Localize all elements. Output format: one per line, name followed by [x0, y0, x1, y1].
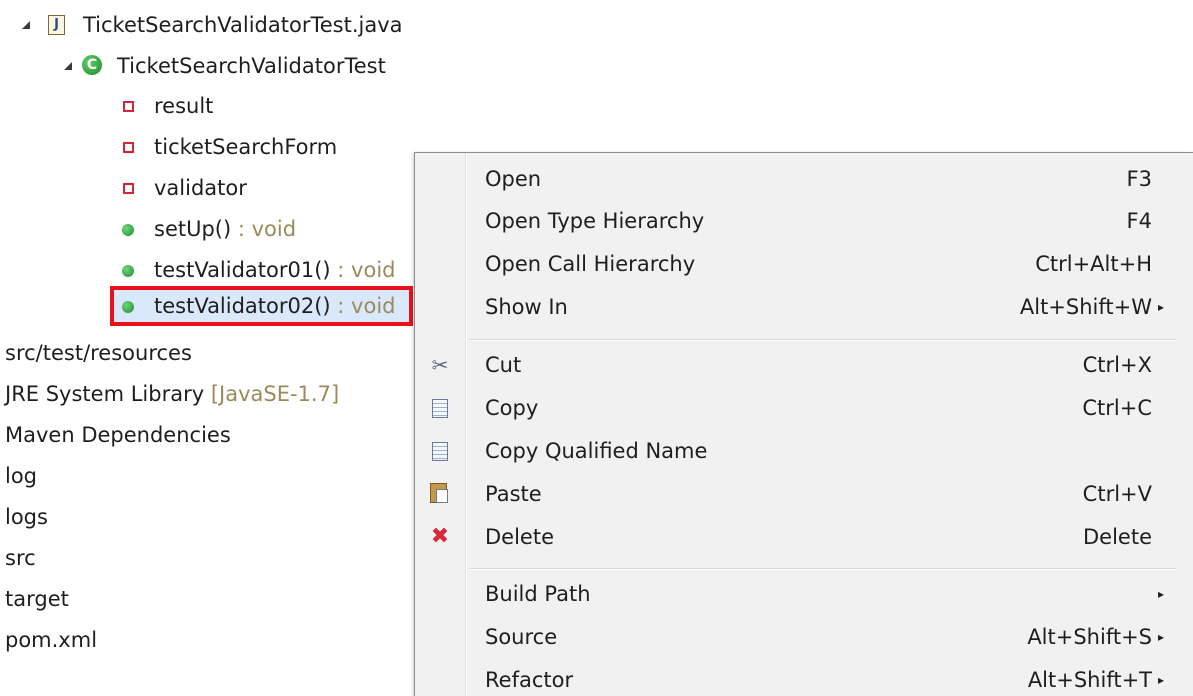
delete-x-icon: ✖ — [430, 524, 450, 549]
tree-item-folder[interactable]: logs — [5, 497, 410, 537]
library-decoration: [JavaSE-1.7] — [204, 382, 340, 406]
menu-item-delete[interactable]: ✖ Delete Delete — [415, 516, 1193, 558]
submenu-arrow-icon: ▸ — [1157, 630, 1164, 644]
public-method-icon — [122, 301, 134, 313]
field-label: result — [154, 94, 214, 118]
submenu-arrow-icon: ▸ — [1157, 673, 1164, 687]
tree-item-folder[interactable]: target — [5, 579, 410, 619]
menu-item-source[interactable]: Source Alt+Shift+S ▸ — [415, 616, 1193, 658]
menu-item-shortcut: Alt+Shift+S — [1027, 625, 1152, 649]
private-field-icon — [123, 142, 134, 153]
menu-item-label: Refactor — [485, 668, 574, 692]
paste-icon — [430, 483, 448, 503]
java-file-icon: J — [48, 15, 65, 35]
tree-item-folder[interactable]: src/test/resources — [5, 333, 410, 373]
menu-item-shortcut: F3 — [1126, 167, 1152, 191]
folder-label: logs — [5, 505, 48, 529]
field-label: validator — [154, 176, 247, 200]
menu-item-build-path[interactable]: Build Path ▸ — [415, 573, 1193, 615]
method-name: setUp() — [154, 217, 232, 241]
menu-item-refactor[interactable]: Refactor Alt+Shift+T ▸ — [415, 659, 1193, 696]
menu-item-cut[interactable]: ✂ Cut Ctrl+X — [415, 344, 1193, 386]
menu-item-label: Paste — [485, 482, 542, 506]
expanded-triangle-icon[interactable] — [22, 21, 30, 29]
file-label: pom.xml — [5, 628, 98, 652]
menu-item-label: Open Type Hierarchy — [485, 209, 705, 233]
menu-item-paste[interactable]: Paste Ctrl+V — [415, 473, 1193, 515]
library-label: Maven Dependencies — [5, 423, 231, 447]
tree-item-method[interactable]: setUp() : void — [0, 209, 440, 249]
copy-qualified-name-icon — [432, 442, 448, 461]
folder-label: src — [5, 546, 36, 570]
method-return-type: : void — [231, 217, 297, 241]
library-label: JRE System Library — [5, 382, 205, 406]
menu-item-label: Show In — [485, 295, 568, 319]
method-label: setUp() : void — [154, 209, 296, 249]
public-method-icon — [122, 265, 134, 277]
tree-item-folder[interactable]: log — [5, 456, 410, 496]
menu-item-shortcut: Ctrl+X — [1082, 353, 1152, 377]
public-method-icon — [122, 224, 134, 236]
menu-item-shortcut: F4 — [1126, 209, 1152, 233]
submenu-arrow-icon: ▸ — [1157, 300, 1164, 314]
menu-separator — [469, 339, 1175, 341]
menu-item-shortcut: Delete — [1083, 525, 1152, 549]
tree-item-field[interactable]: ticketSearchForm — [0, 127, 440, 167]
folder-label: src/test/resources — [5, 341, 192, 365]
tree-item-class[interactable]: C TicketSearchValidatorTest — [0, 46, 440, 86]
private-field-icon — [123, 183, 134, 194]
menu-item-shortcut: Alt+Shift+T — [1027, 668, 1152, 692]
tree-item-java-file[interactable]: J TicketSearchValidatorTest.java — [0, 5, 440, 45]
folder-label: log — [5, 464, 38, 488]
menu-item-open-call-hierarchy[interactable]: Open Call Hierarchy Ctrl+Alt+H — [415, 243, 1193, 285]
menu-separator — [469, 568, 1175, 570]
menu-item-shortcut: Ctrl+V — [1082, 482, 1152, 506]
class-icon: C — [82, 55, 102, 75]
scissors-icon: ✂ — [431, 353, 449, 377]
menu-item-shortcut: Ctrl+Alt+H — [1035, 252, 1152, 276]
tree-item-method[interactable]: testValidator01() : void — [0, 250, 440, 290]
tree-item-field[interactable]: validator — [0, 168, 440, 208]
field-label: ticketSearchForm — [154, 135, 338, 159]
java-file-label: TicketSearchValidatorTest.java — [83, 13, 403, 37]
tree-item-library[interactable]: Maven Dependencies — [5, 415, 410, 455]
menu-item-label: Copy — [485, 396, 539, 420]
menu-item-label: Copy Qualified Name — [485, 439, 708, 463]
expanded-triangle-icon[interactable] — [64, 62, 72, 70]
method-name: testValidator01() — [154, 258, 331, 282]
tree-item-field[interactable]: result — [0, 86, 440, 126]
menu-item-open-type-hierarchy[interactable]: Open Type Hierarchy F4 — [415, 200, 1193, 242]
package-explorer-tree: J TicketSearchValidatorTest.java C Ticke… — [0, 0, 440, 696]
tree-item-library[interactable]: JRE System Library [JavaSE-1.7] — [5, 374, 410, 414]
menu-item-shortcut: Ctrl+C — [1082, 396, 1152, 420]
method-name: testValidator02() — [154, 294, 331, 318]
menu-item-copy[interactable]: Copy Ctrl+C — [415, 387, 1193, 429]
copy-icon — [432, 399, 448, 418]
method-label: testValidator01() : void — [154, 250, 396, 290]
context-menu: Open F3 Open Type Hierarchy F4 Open Call… — [414, 152, 1193, 696]
submenu-arrow-icon: ▸ — [1157, 587, 1164, 601]
method-return-type: : void — [330, 258, 396, 282]
menu-item-label: Source — [485, 625, 558, 649]
class-label: TicketSearchValidatorTest — [117, 54, 386, 78]
private-field-icon — [123, 101, 134, 112]
tree-item-method-selected[interactable]: testValidator02() : void — [0, 286, 414, 326]
method-return-type: : void — [330, 294, 396, 318]
menu-item-copy-qualified-name[interactable]: Copy Qualified Name — [415, 430, 1193, 472]
method-label: testValidator02() : void — [154, 286, 396, 326]
tree-item-file[interactable]: pom.xml — [5, 620, 410, 660]
folder-label: target — [5, 587, 69, 611]
tree-item-folder[interactable]: src — [5, 538, 410, 578]
menu-item-label: Cut — [485, 353, 522, 377]
menu-item-label: Open — [485, 167, 542, 191]
menu-item-show-in[interactable]: Show In Alt+Shift+W ▸ — [415, 286, 1193, 328]
menu-item-shortcut: Alt+Shift+W — [1019, 295, 1152, 319]
menu-item-label: Delete — [485, 525, 554, 549]
menu-item-label: Open Call Hierarchy — [485, 252, 696, 276]
menu-item-label: Build Path — [485, 582, 591, 606]
menu-item-open[interactable]: Open F3 — [415, 158, 1193, 200]
